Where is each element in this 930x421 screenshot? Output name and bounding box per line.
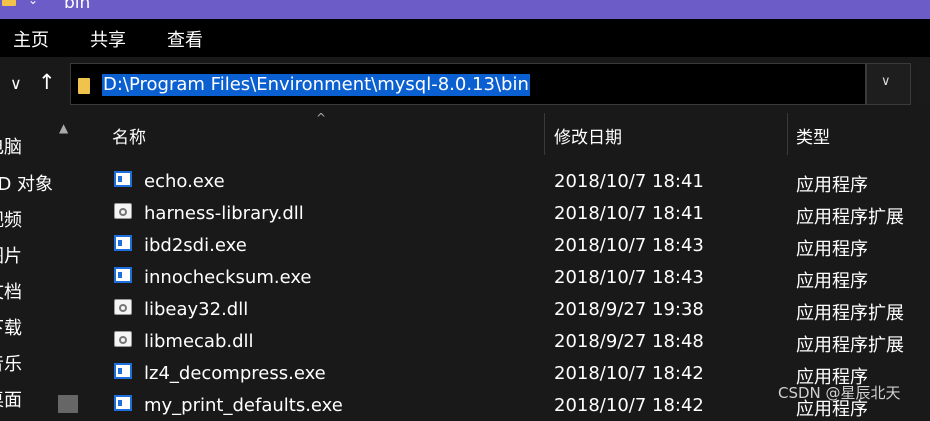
- address-dropdown-button[interactable]: ∨: [866, 63, 911, 105]
- file-row[interactable]: harness-library.dll 2018/10/7 18:41 应用程序扩展: [80, 197, 930, 229]
- sidebar-scroll-thumb[interactable]: [58, 395, 78, 413]
- file-type: 应用程序扩展: [796, 335, 904, 356]
- window-title: bin: [64, 0, 91, 13]
- file-name[interactable]: ibd2sdi.exe: [144, 235, 247, 256]
- navigation-pane: 电脑 3D 对象 视频 图片 文档 下载 音乐 桌面 ▲: [0, 113, 80, 413]
- refresh-button[interactable]: [916, 63, 930, 105]
- sidebar-item-pictures[interactable]: 图片: [0, 242, 22, 268]
- recent-locations-chevron-icon[interactable]: ∨: [10, 74, 22, 93]
- folder-icon: [2, 0, 16, 6]
- address-bar[interactable]: D:\Program Files\Environment\mysql-8.0.1…: [70, 63, 866, 105]
- ribbon-tabs: 主页 共享 查看: [0, 19, 930, 57]
- file-row[interactable]: innochecksum.exe 2018/10/7 18:43 应用程序: [80, 261, 930, 293]
- file-type: 应用程序: [796, 239, 868, 260]
- sidebar-item-videos[interactable]: 视频: [0, 206, 22, 232]
- file-modified-date: 2018/10/7 18:41: [554, 203, 704, 224]
- file-modified-date: 2018/9/27 18:48: [554, 331, 704, 352]
- title-bar: ⌄ bin: [0, 0, 930, 19]
- file-row[interactable]: libmecab.dll 2018/9/27 18:48 应用程序扩展: [80, 325, 930, 357]
- dll-file-icon: [114, 203, 132, 219]
- navigation-bar: ∨ ↑ D:\Program Files\Environment\mysql-8…: [0, 57, 930, 113]
- file-type: 应用程序扩展: [796, 207, 904, 228]
- file-type: 应用程序: [796, 271, 868, 292]
- file-modified-date: 2018/9/27 19:38: [554, 299, 704, 320]
- column-divider[interactable]: [544, 113, 545, 155]
- quick-access-chevron-icon[interactable]: ⌄: [28, 0, 38, 7]
- folder-icon: [78, 78, 90, 94]
- dll-file-icon: [114, 299, 132, 315]
- exe-file-icon: [114, 171, 132, 187]
- file-modified-date: 2018/10/7 18:41: [554, 171, 704, 192]
- sort-ascending-icon: ^: [316, 111, 327, 125]
- sidebar-item-downloads[interactable]: 下载: [0, 314, 22, 340]
- file-name[interactable]: lz4_decompress.exe: [144, 363, 326, 384]
- sidebar-scrollbar[interactable]: [54, 113, 78, 413]
- file-type: 应用程序扩展: [796, 303, 904, 324]
- file-name[interactable]: innochecksum.exe: [144, 267, 312, 288]
- file-row[interactable]: ibd2sdi.exe 2018/10/7 18:43 应用程序: [80, 229, 930, 261]
- address-text[interactable]: D:\Program Files\Environment\mysql-8.0.1…: [102, 74, 530, 96]
- file-type: 应用程序: [796, 175, 868, 196]
- sidebar-item-this-pc[interactable]: 电脑: [0, 133, 22, 159]
- file-row[interactable]: echo.exe 2018/10/7 18:41 应用程序: [80, 165, 930, 197]
- file-name[interactable]: libmecab.dll: [144, 331, 254, 352]
- file-name[interactable]: harness-library.dll: [144, 203, 304, 224]
- sidebar-item-music[interactable]: 音乐: [0, 350, 22, 376]
- column-header-type[interactable]: 类型: [796, 123, 830, 148]
- sidebar-item-3d-objects[interactable]: 3D 对象: [0, 170, 53, 196]
- file-name[interactable]: libeay32.dll: [144, 299, 248, 320]
- watermark-text: CSDN @星辰北天: [778, 384, 901, 402]
- file-list: ^ 名称 修改日期 类型 echo.exe 2018/10/7 18:41 应用程序…: [80, 111, 930, 420]
- exe-file-icon: [114, 267, 132, 283]
- tab-home[interactable]: 主页: [13, 26, 49, 52]
- exe-file-icon: [114, 395, 132, 411]
- file-modified-date: 2018/10/7 18:42: [554, 363, 704, 384]
- tab-share[interactable]: 共享: [90, 26, 126, 52]
- column-divider[interactable]: [787, 113, 788, 155]
- dll-file-icon: [114, 331, 132, 347]
- exe-file-icon: [114, 235, 132, 251]
- sidebar-item-documents[interactable]: 文档: [0, 278, 22, 304]
- chevron-down-icon: ∨: [881, 74, 891, 89]
- file-modified-date: 2018/10/7 18:43: [554, 267, 704, 288]
- file-row[interactable]: libeay32.dll 2018/9/27 19:38 应用程序扩展: [80, 293, 930, 325]
- up-arrow-icon[interactable]: ↑: [38, 70, 56, 94]
- column-header-name[interactable]: 名称: [112, 123, 146, 148]
- file-modified-date: 2018/10/7 18:43: [554, 235, 704, 256]
- column-header-date[interactable]: 修改日期: [554, 123, 622, 148]
- file-name[interactable]: echo.exe: [144, 171, 225, 192]
- exe-file-icon: [114, 363, 132, 379]
- tab-view[interactable]: 查看: [167, 26, 203, 52]
- sidebar-item-desktop[interactable]: 桌面: [0, 386, 22, 412]
